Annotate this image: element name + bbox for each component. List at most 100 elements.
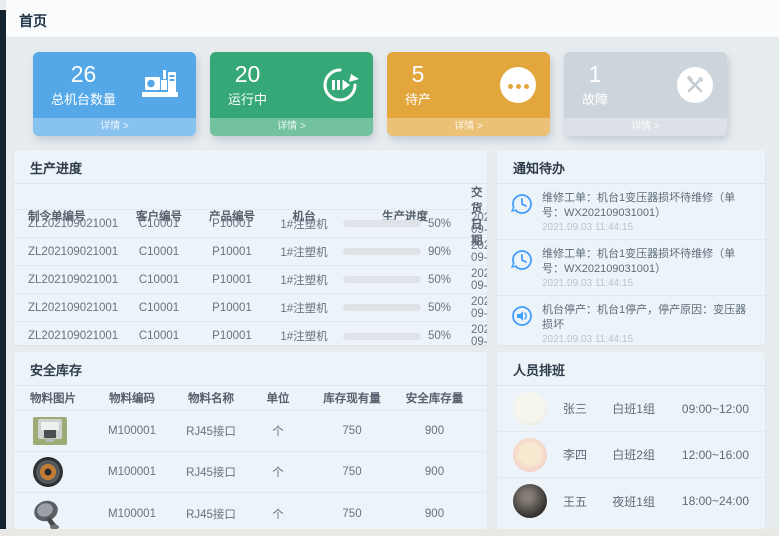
list-item[interactable]: 维修工单：机台1变压器损坏待维修（单号：WX202109031001） 2021…	[497, 240, 765, 296]
safety-inventory-title: 安全库存	[14, 352, 487, 386]
progress-bar	[343, 304, 421, 311]
material-name: RJ45接口	[172, 464, 250, 480]
progress-bar	[343, 276, 421, 283]
stock-quantity: 750	[306, 425, 398, 437]
product-number: P10001	[195, 330, 269, 342]
material-unit: 个	[250, 506, 306, 522]
tab-home[interactable]: 首页	[19, 11, 47, 31]
panel-safety-inventory: 安全库存 物料图片 物料编码 物料名称 单位 库存现有量 安全库存量	[14, 352, 487, 529]
tools-icon	[677, 67, 713, 103]
running-detail-link[interactable]: 详情 >	[210, 118, 373, 136]
table-row: M100001 RJ45接口 个 750 900	[14, 452, 487, 493]
customer-number: C10001	[123, 330, 195, 342]
dashboard-content: 26 总机台数量 详情 >	[6, 39, 779, 529]
material-name: RJ45接口	[172, 423, 250, 439]
person-name: 张三	[563, 400, 612, 417]
total-machines-detail-link[interactable]: 详情 >	[33, 118, 196, 136]
speaker-icon	[511, 303, 533, 345]
person-name: 李四	[563, 446, 612, 463]
material-code: M100001	[92, 508, 172, 520]
col-header-name: 物料名称	[172, 390, 250, 406]
order-number: ZL202109021001	[28, 302, 123, 314]
customer-number: C10001	[123, 274, 195, 286]
person-name: 王五	[563, 493, 612, 510]
col-header-image: 物料图片	[30, 390, 92, 406]
collapsed-sidebar-strip	[0, 10, 6, 536]
stat-cards-row: 26 总机台数量 详情 >	[14, 52, 771, 136]
stock-quantity: 750	[306, 466, 398, 478]
progress-percent: 50%	[428, 274, 451, 286]
customer-number: C10001	[123, 246, 195, 258]
card-waiting-text: 5 待产	[405, 62, 431, 108]
machine-name: 1#注塑机	[269, 328, 339, 344]
progress-cell: 50%	[339, 274, 471, 286]
waiting-value: 5	[405, 62, 431, 87]
cone-speaker-image	[30, 497, 70, 530]
list-item: 李四 白班2组 12:00~16:00	[497, 432, 765, 478]
notifications-title: 通知待办	[497, 150, 765, 184]
clock-icon	[511, 247, 533, 289]
avatar	[513, 438, 547, 472]
notification-time: 2021.09.03 11:44:15	[542, 222, 751, 233]
total-machines-label: 总机台数量	[51, 89, 116, 108]
safety-quantity: 900	[398, 466, 471, 478]
notification-text: 维修工单：机台1变压器损坏待维修（单号：WX202109031001）	[542, 191, 751, 220]
delivery-date: 2021-09-10	[471, 268, 487, 292]
product-number: P10001	[195, 218, 269, 230]
safety-quantity: 900	[398, 508, 471, 520]
avatar	[513, 392, 547, 426]
table-row: M100001 RJ45接口 个 750 900	[14, 493, 487, 529]
ellipsis-icon	[500, 67, 536, 103]
notification-body: 机台停产：机台1停产，停产原因：变压器损坏 2021.09.03 11:44:1…	[542, 303, 751, 345]
card-running-text: 20 运行中	[228, 62, 267, 108]
waiting-detail-link[interactable]: 详情 >	[387, 118, 550, 136]
progress-cell: 50%	[339, 218, 471, 230]
machine-icon	[140, 68, 182, 102]
progress-bar	[343, 333, 421, 340]
shift-label: 白班1组	[612, 400, 682, 417]
notification-text: 机台停产：机台1停产，停产原因：变压器损坏	[542, 303, 751, 332]
stock-quantity: 750	[306, 508, 398, 520]
personnel-schedule-title: 人员排班	[497, 352, 765, 386]
rj45-connector-image	[30, 414, 70, 448]
col-header-stock: 库存现有量	[306, 390, 398, 406]
total-machines-value: 26	[51, 62, 116, 87]
progress-percent: 50%	[428, 218, 451, 230]
panels-grid: 生产进度 制令单编号 客户编号 产品编号 机台 生产进度 交货日期 ZL2021…	[14, 150, 771, 529]
col-header-code: 物料编码	[92, 390, 172, 406]
card-fault: 1 故障 详情 >	[564, 52, 727, 136]
product-number: P10001	[195, 302, 269, 314]
list-item[interactable]: 机台停产：机台1停产，停产原因：变压器损坏 2021.09.03 11:44:1…	[497, 296, 765, 345]
list-item: 张三 白班1组 09:00~12:00	[497, 386, 765, 432]
product-number: P10001	[195, 274, 269, 286]
order-number: ZL202109021001	[28, 330, 123, 342]
card-fault-text: 1 故障	[582, 62, 608, 108]
machine-name: 1#注塑机	[269, 216, 339, 232]
card-total-machines: 26 总机台数量 详情 >	[33, 52, 196, 136]
shift-label: 夜班1组	[612, 493, 682, 510]
running-icon	[321, 66, 359, 104]
round-speaker-image	[30, 455, 70, 489]
panel-notifications: 通知待办 维修工单：机台1变压器损坏待维修（单号：WX202109031001）…	[497, 150, 765, 345]
table-row: ZL202109021001 C10001 P10001 1#注塑机 90% 2…	[14, 238, 487, 266]
production-progress-title: 生产进度	[14, 150, 487, 184]
shift-time: 12:00~16:00	[682, 448, 749, 462]
tab-bar: 首页	[6, 0, 779, 38]
shift-label: 白班2组	[612, 446, 682, 463]
material-code: M100001	[92, 466, 172, 478]
notification-text: 维修工单：机台1变压器损坏待维修（单号：WX202109031001）	[542, 247, 751, 276]
delivery-date: 2021-09-10	[471, 240, 487, 264]
shift-time: 09:00~12:00	[682, 402, 749, 416]
fault-detail-link[interactable]: 详情 >	[564, 118, 727, 136]
delivery-date: 2021-09-10	[471, 296, 487, 320]
card-fault-body: 1 故障	[564, 52, 727, 118]
product-number: P10001	[195, 246, 269, 258]
progress-percent: 90%	[428, 246, 451, 258]
inventory-table-header: 物料图片 物料编码 物料名称 单位 库存现有量 安全库存量	[14, 386, 487, 411]
order-number: ZL202109021001	[28, 274, 123, 286]
card-total-machines-body: 26 总机台数量	[33, 52, 196, 118]
col-header-safety: 安全库存量	[398, 390, 471, 406]
table-row: ZL202109021001 C10001 P10001 1#注塑机 50% 2…	[14, 294, 487, 322]
material-code: M100001	[92, 425, 172, 437]
list-item[interactable]: 维修工单：机台1变压器损坏待维修（单号：WX202109031001） 2021…	[497, 184, 765, 240]
